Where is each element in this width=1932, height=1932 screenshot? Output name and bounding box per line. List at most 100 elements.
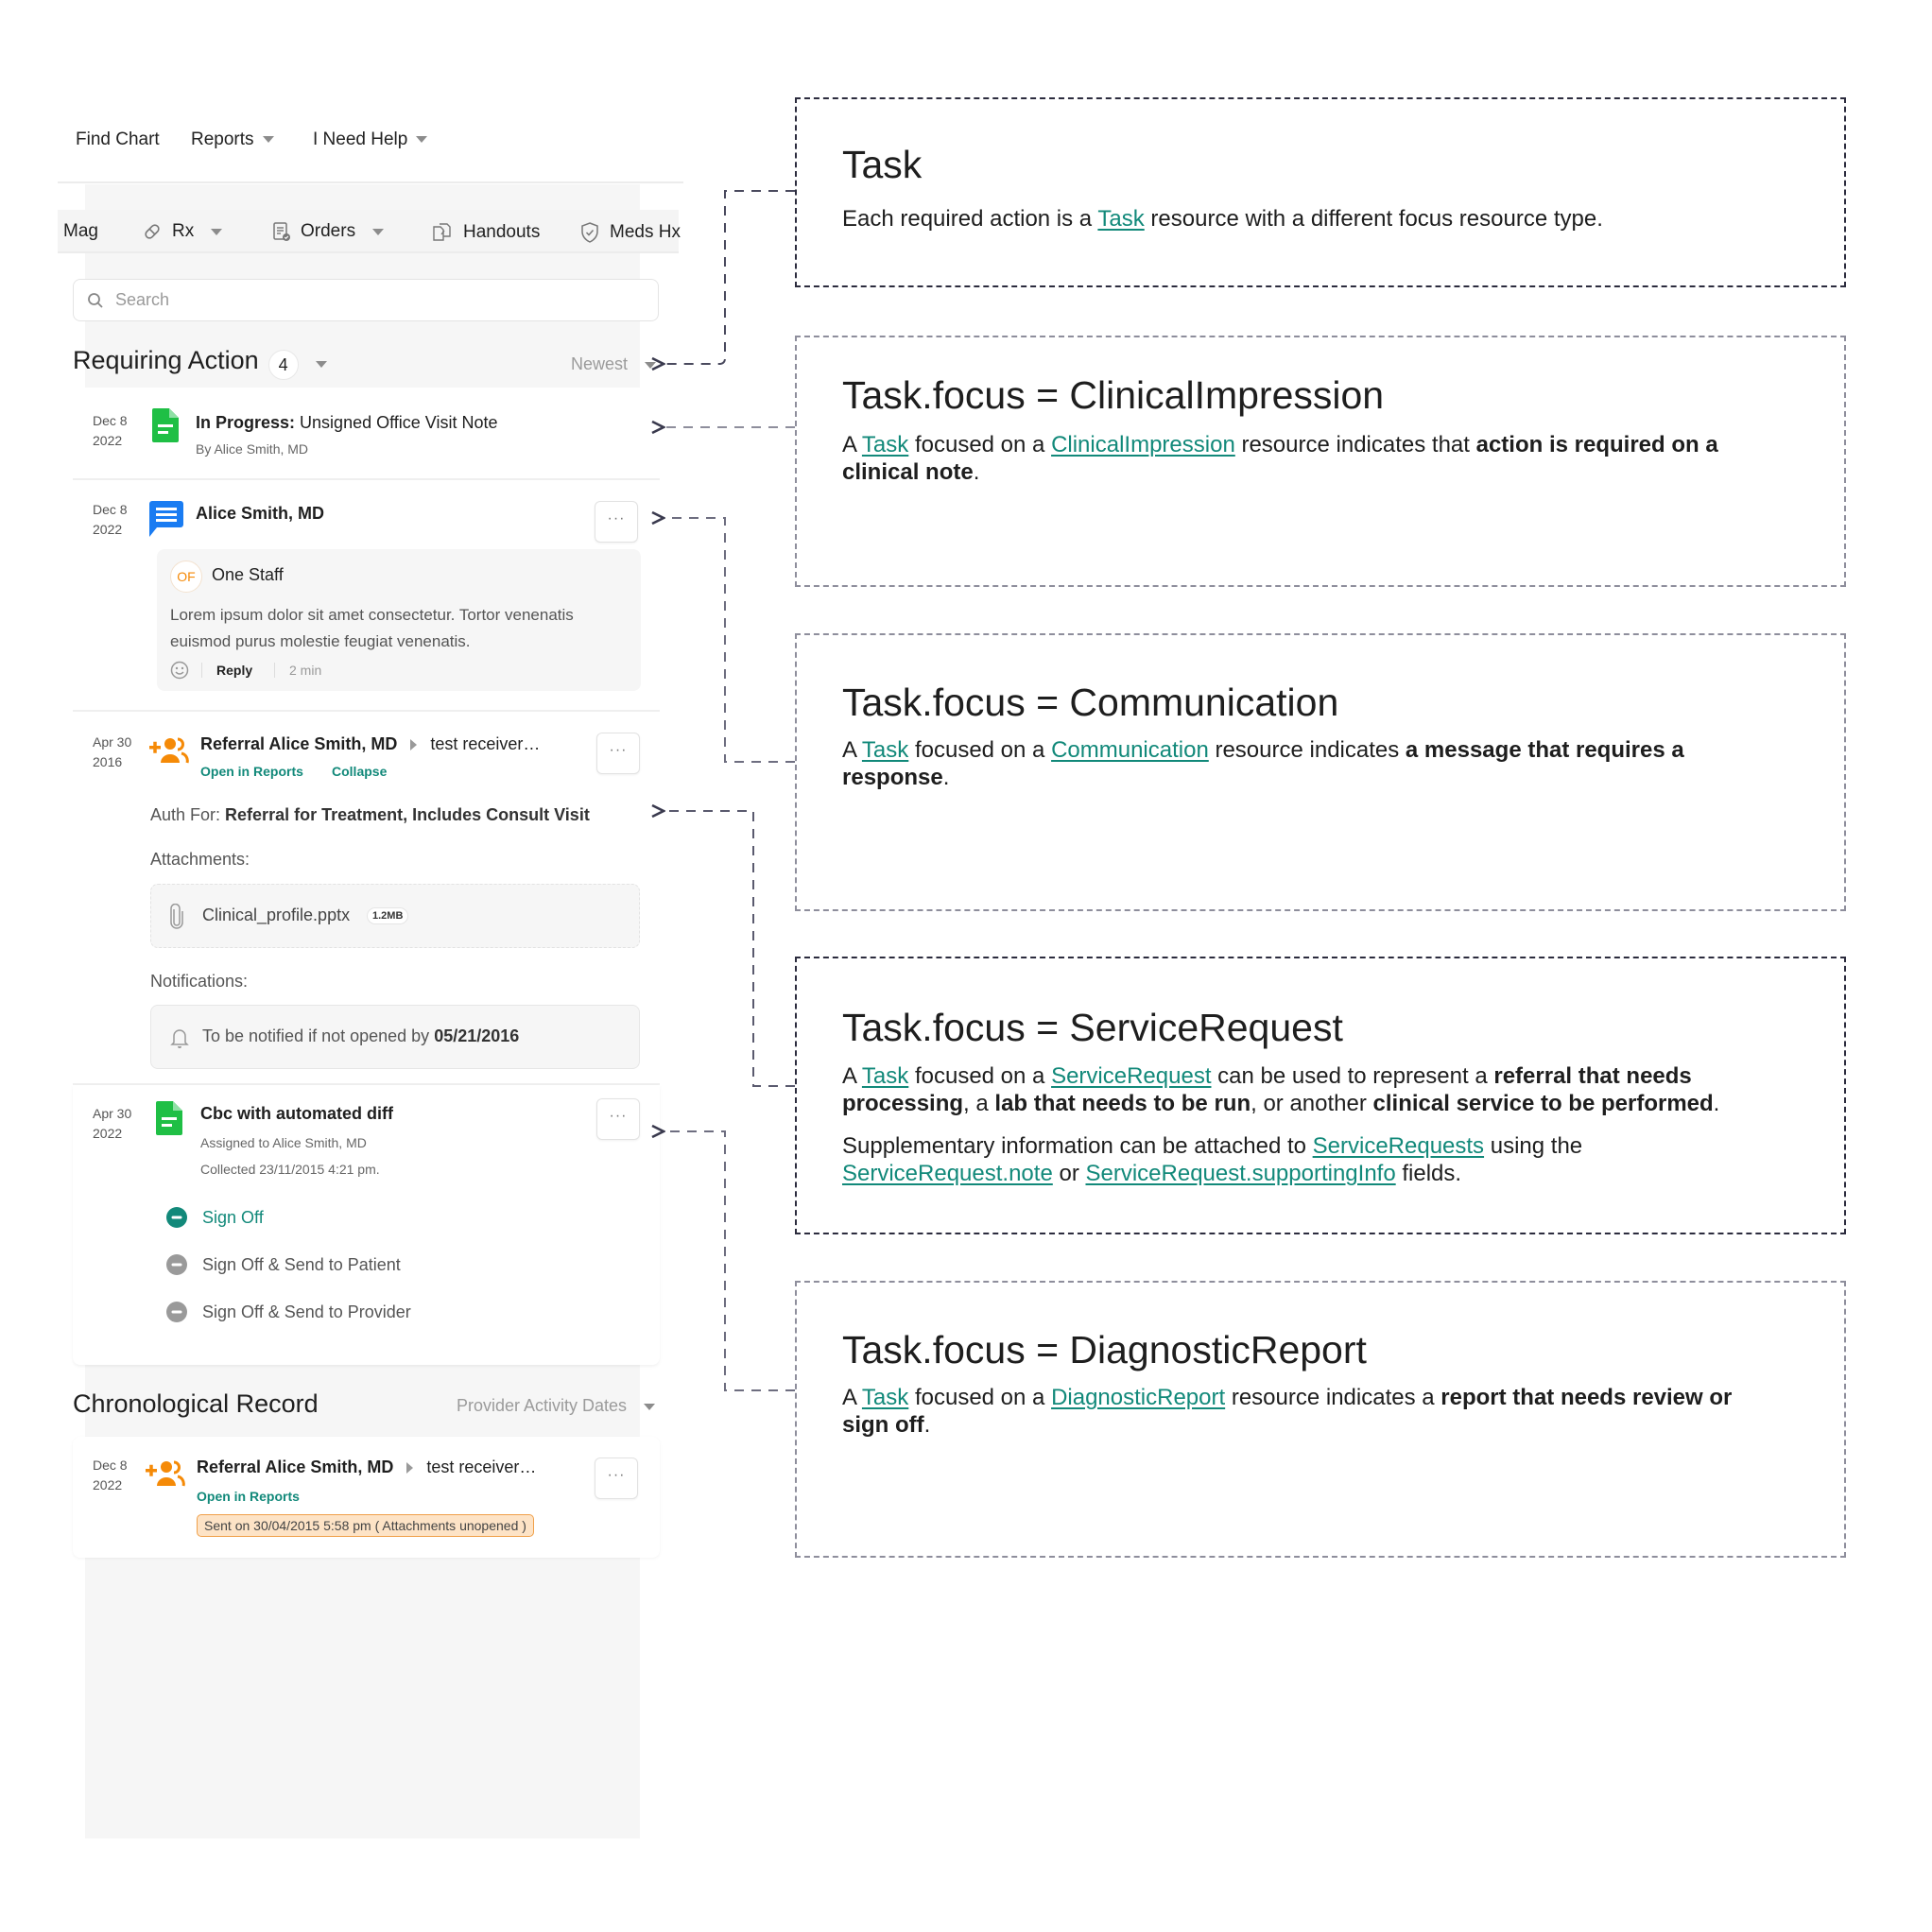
more-options-button[interactable]: ··· [596, 733, 640, 774]
resource-link[interactable]: ServiceRequest.note [842, 1161, 1053, 1186]
resource-link[interactable]: ServiceRequest.supportingInfo [1085, 1161, 1395, 1186]
action-sign-off[interactable]: Sign Off [165, 1206, 264, 1229]
item-date: Dec 8 2022 [93, 413, 128, 448]
reply-button[interactable]: Reply [216, 663, 252, 678]
chronological-sort[interactable]: Provider Activity Dates [457, 1396, 656, 1416]
toolbar-handouts[interactable]: Handouts [431, 221, 540, 244]
message-time: 2 min [289, 663, 322, 678]
more-options-button[interactable]: ··· [595, 1458, 638, 1499]
open-in-reports-link[interactable]: Open in Reports [200, 764, 303, 779]
toolbar-meds-hx-label: Meds Hx [610, 222, 681, 242]
resource-link[interactable]: ServiceRequests [1313, 1133, 1484, 1159]
chronological-record-title: Chronological Record [73, 1389, 319, 1418]
sort-label: Newest [571, 354, 629, 373]
annotation-task: Task Each required action is a Task reso… [795, 97, 1846, 287]
resource-link[interactable]: Communication [1051, 737, 1209, 763]
nav-find-chart-label: Find Chart [76, 129, 160, 149]
message-author: One Staff [212, 565, 284, 584]
arrow-right-icon [410, 739, 418, 751]
toolbar-meds-hx[interactable]: Meds Hx [579, 221, 681, 244]
shield-check-icon [581, 222, 598, 243]
annotation-body: A Task focused on a ServiceRequest can b… [842, 1062, 1750, 1202]
toolbar-mag[interactable]: Mag [63, 221, 98, 242]
item-title: Referral Alice Smith, MD test receiver… [200, 734, 541, 753]
nav-need-help[interactable]: I Need Help [313, 129, 428, 150]
item-title: In Progress: Unsigned Office Visit Note [196, 413, 498, 432]
toolbar-rx[interactable]: Rx [142, 221, 223, 242]
annotation-body: A Task focused on a DiagnosticReport res… [842, 1384, 1750, 1454]
connector-task [664, 190, 795, 364]
task-card-communication[interactable]: Dec 8 2022 Alice Smith, MD ··· OF One Sta… [73, 480, 660, 712]
toolbar-handouts-label: Handouts [463, 222, 541, 242]
action-label: Sign Off [202, 1207, 264, 1227]
task-card-referral[interactable]: Apr 30 2016 Referral Alice Smith, MD test … [73, 712, 660, 1085]
attachment-item[interactable]: Clinical_profile.pptx 1.2MB [150, 884, 640, 948]
item-title: Referral Alice Smith, MD test receiver… [197, 1458, 537, 1476]
orders-document-icon [273, 222, 290, 241]
collapse-link[interactable]: Collapse [332, 764, 387, 779]
attachments-label: Attachments: [150, 850, 250, 869]
caret-down-icon [645, 362, 657, 370]
item-date: Apr 30 2022 [93, 1106, 132, 1141]
more-options-button[interactable]: ··· [596, 1098, 640, 1140]
resource-link[interactable]: DiagnosticReport [1051, 1385, 1225, 1410]
item-collected: Collected 23/11/2015 4:21 pm. [200, 1162, 380, 1177]
connector-service-request [664, 811, 795, 1087]
auth-for: Auth For: Referral for Treatment, Includ… [150, 805, 590, 824]
requiring-action-sort[interactable]: Newest [571, 354, 657, 374]
collapse-caret-icon[interactable] [315, 361, 327, 369]
task-card-diagnostic-report[interactable]: Apr 30 2022 Cbc with automated diff Assig… [73, 1085, 660, 1365]
task-card-clinical-note[interactable]: Dec 8 2022 In Progress: Unsigned Office V… [73, 388, 660, 480]
resource-link[interactable]: Task [862, 737, 908, 763]
referral-add-user-icon [146, 1460, 185, 1487]
avatar: OF [170, 561, 202, 593]
item-date: Dec 8 2022 [93, 502, 128, 537]
caret-down-icon [416, 136, 428, 144]
nav-find-chart[interactable]: Find Chart [76, 129, 160, 150]
annotation-service-request: Task.focus = ServiceRequest A Task focus… [795, 957, 1846, 1234]
minus-circle-icon [166, 1302, 187, 1322]
nav-reports[interactable]: Reports [191, 129, 274, 150]
resource-link[interactable]: Task [862, 1063, 908, 1089]
paperclip-icon [170, 904, 183, 929]
resource-link[interactable]: ServiceRequest [1051, 1063, 1211, 1089]
annotation-paragraph: Supplementary information can be attache… [842, 1133, 1583, 1186]
sent-status-badge: Sent on 30/04/2015 5:58 pm ( Attachments… [197, 1514, 534, 1537]
document-icon [156, 1101, 182, 1135]
bell-icon [170, 1029, 189, 1048]
nav-divider [58, 181, 683, 183]
message-bubble: OF One Staff Lorem ipsum dolor sit amet … [157, 549, 641, 691]
more-options-button[interactable]: ··· [595, 501, 638, 543]
chronological-card-referral[interactable]: Dec 8 2022 Referral Alice Smith, MD test r… [73, 1437, 660, 1558]
emphasis-text: action is required on a clinical note [842, 432, 1718, 485]
toolbar-mag-label: Mag [63, 221, 98, 241]
action-sign-off-send-patient[interactable]: Sign Off & Send to Patient [165, 1253, 401, 1276]
resource-link[interactable]: Task [862, 1385, 908, 1410]
emphasis-text: a message that requires a response [842, 737, 1684, 790]
annotation-paragraph: A Task focused on a DiagnosticReport res… [842, 1385, 1733, 1438]
notifications-label: Notifications: [150, 972, 249, 991]
minus-circle-icon [166, 1254, 187, 1275]
toolbar-orders-label: Orders [301, 221, 356, 241]
toolbar-orders[interactable]: Orders [272, 221, 385, 242]
nav-reports-label: Reports [191, 129, 254, 149]
connector-diagnostic-report [664, 1131, 795, 1391]
requiring-action-title: Requiring Action [73, 346, 259, 374]
search-input[interactable] [113, 289, 609, 311]
resource-link[interactable]: ClinicalImpression [1051, 432, 1235, 457]
annotation-title: Task.focus = DiagnosticReport [842, 1328, 1367, 1371]
resource-link[interactable]: Task [1097, 206, 1144, 232]
separator [201, 663, 202, 678]
action-label: Sign Off & Send to Patient [202, 1254, 401, 1274]
action-sign-off-send-provider[interactable]: Sign Off & Send to Provider [165, 1301, 411, 1323]
annotation-paragraph: A Task focused on a Communication resour… [842, 737, 1684, 790]
resource-link[interactable]: Task [862, 432, 908, 457]
item-byline: By Alice Smith, MD [196, 441, 309, 457]
message-icon [149, 501, 183, 537]
search-field[interactable] [73, 279, 659, 321]
file-size-badge: 1.2MB [367, 907, 409, 924]
open-in-reports-link[interactable]: Open in Reports [197, 1489, 300, 1504]
emoji-reaction-icon[interactable] [170, 661, 189, 680]
annotation-title: Task [842, 143, 923, 186]
annotation-title: Task.focus = Communication [842, 681, 1339, 724]
